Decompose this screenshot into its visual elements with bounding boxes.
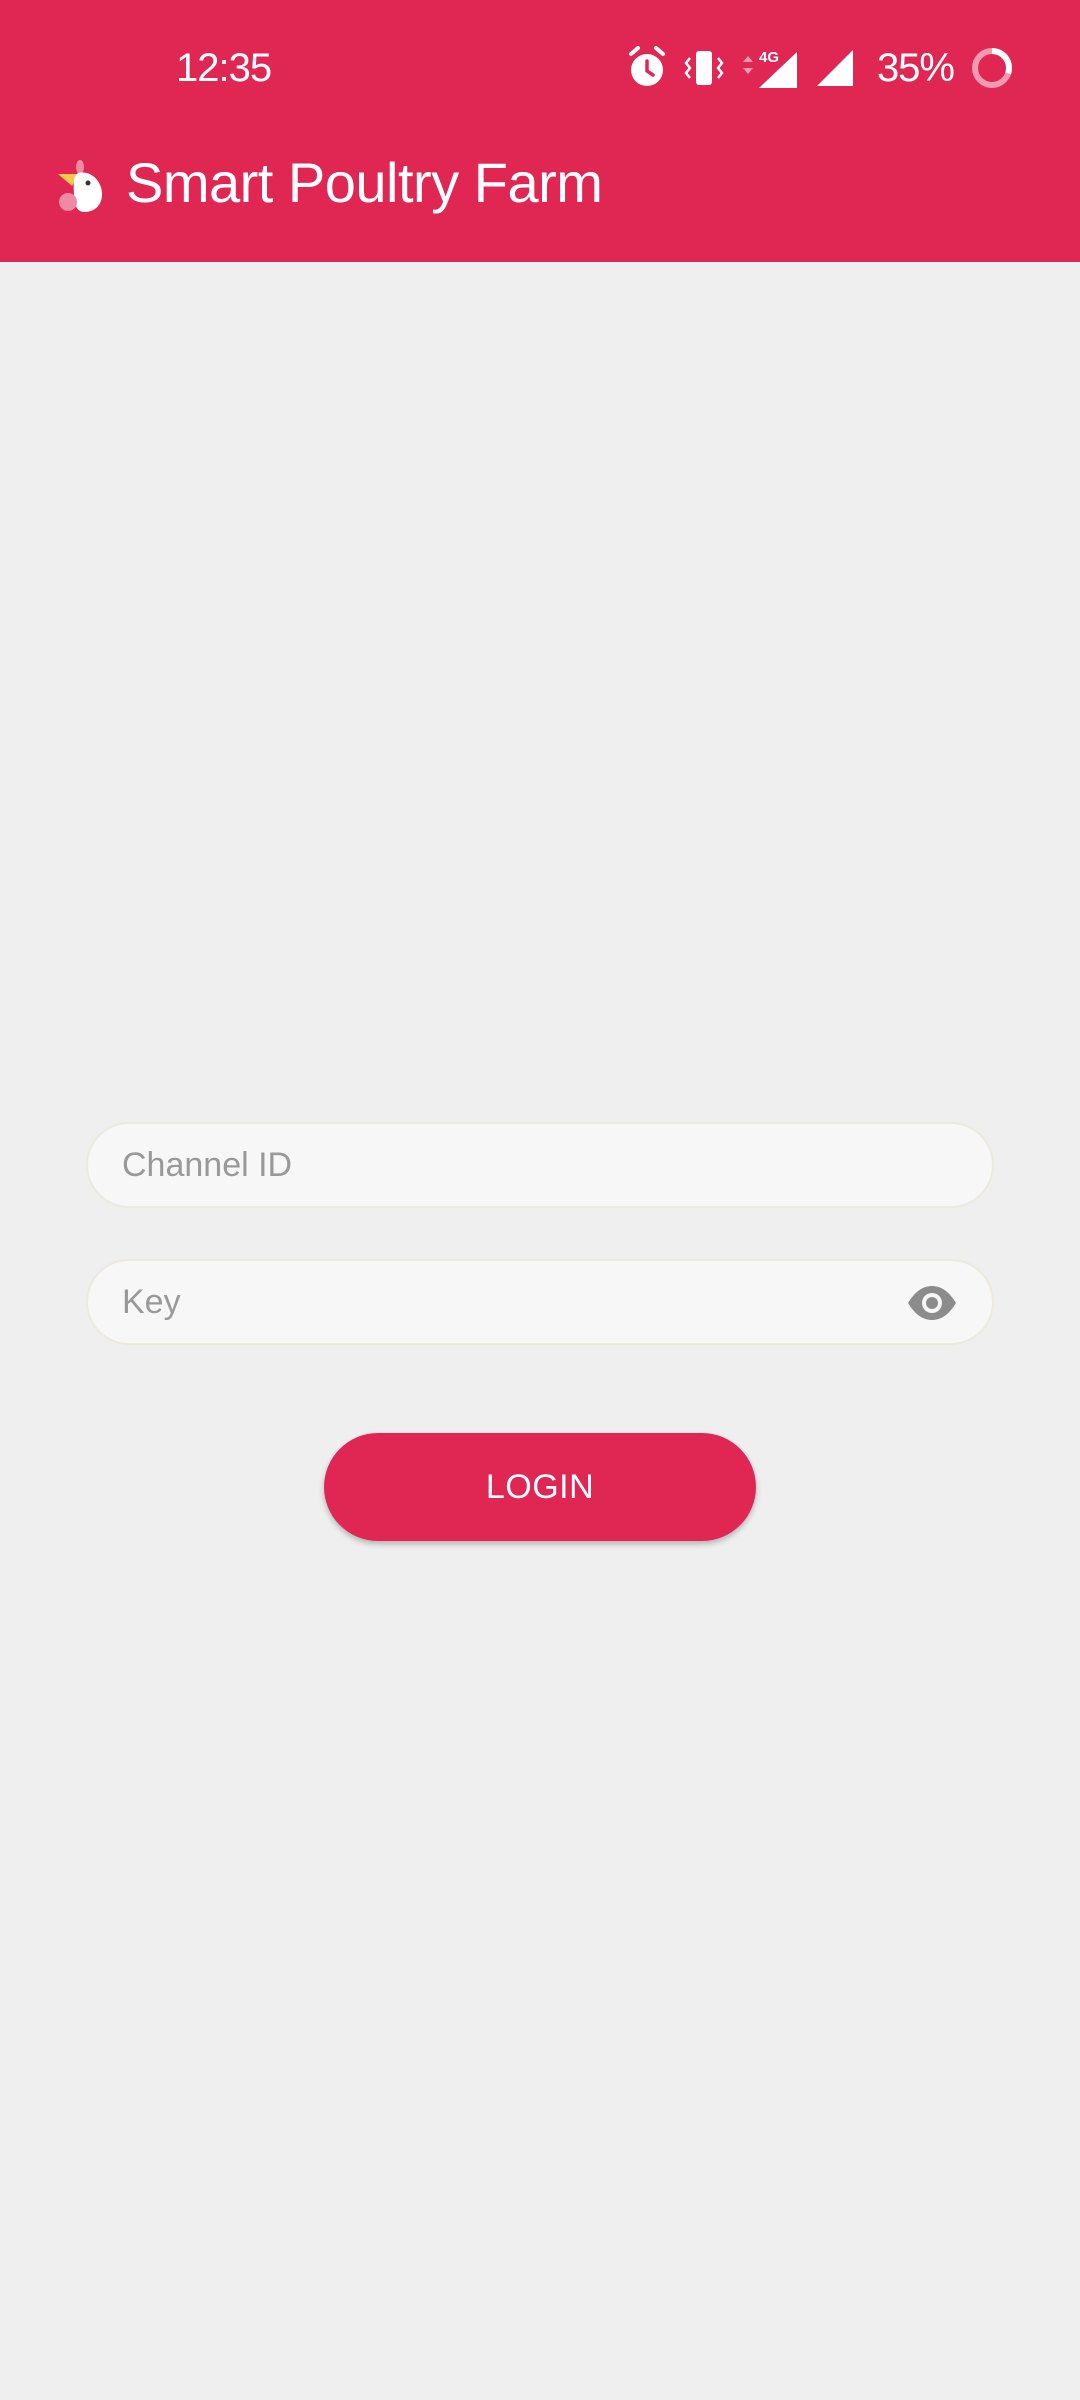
battery-percentage: 35% — [876, 46, 955, 90]
status-bar: 12:35 4G 35% — [0, 0, 1080, 136]
status-icons: 4G 35% — [627, 44, 1014, 92]
alarm-icon — [627, 46, 667, 90]
channel-id-field — [86, 1122, 994, 1208]
status-time: 12:35 — [176, 46, 272, 90]
login-button[interactable]: LOGIN — [324, 1433, 756, 1541]
signal-icon — [815, 48, 855, 88]
battery-ring-icon — [970, 46, 1014, 90]
chicken-logo-icon — [56, 156, 104, 216]
eye-icon — [908, 1286, 956, 1320]
vibrate-icon — [683, 48, 725, 88]
header: 12:35 4G 35% Smart Poultry Farm — [0, 0, 1080, 262]
password-visibility-toggle[interactable] — [906, 1279, 958, 1327]
key-input[interactable] — [122, 1261, 902, 1343]
channel-id-input[interactable] — [122, 1124, 902, 1206]
app-bar: Smart Poultry Farm — [0, 136, 1080, 262]
network-label: 4G — [759, 49, 779, 66]
network-4g-icon: 4G — [741, 46, 799, 90]
key-field — [86, 1259, 994, 1345]
app-title: Smart Poultry Farm — [126, 151, 603, 214]
